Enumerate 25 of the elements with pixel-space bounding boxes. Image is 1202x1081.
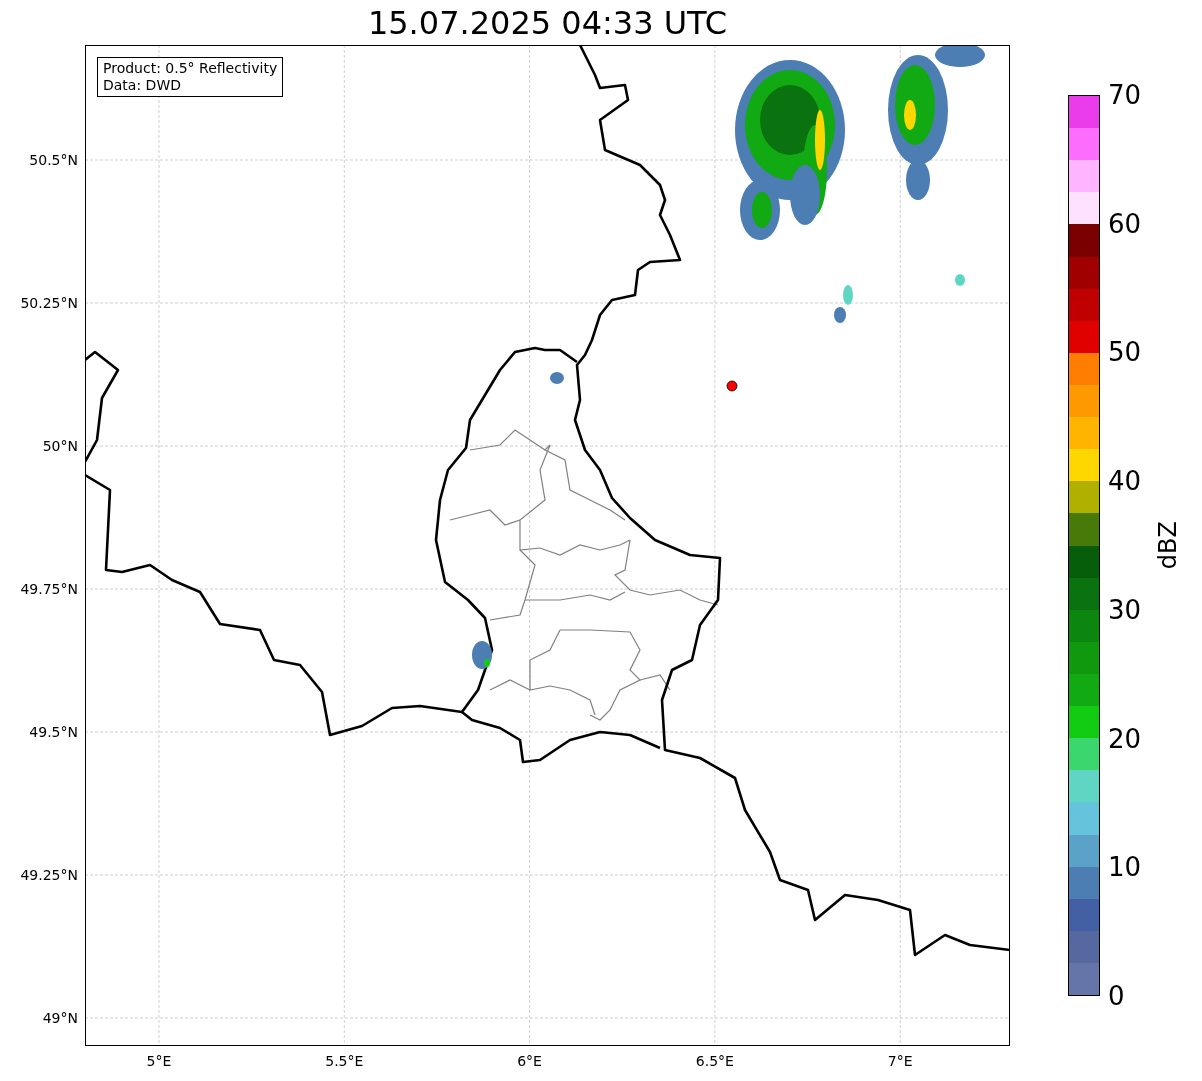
- latitude-tick-label: 49°N: [42, 1008, 78, 1028]
- latitude-tick-label: 50.5°N: [29, 150, 78, 170]
- latitude-tick-label: 50°N: [42, 436, 78, 456]
- colorbar-tick-label: 30: [1108, 596, 1142, 623]
- info-text: Data: DWD: [103, 77, 182, 94]
- longitude-tick-label: 5.5°E: [325, 1052, 364, 1071]
- chart-title: 15.07.2025 04:33 UTC: [367, 6, 728, 39]
- colorbar-tick-label: 60: [1108, 210, 1142, 237]
- longitude-tick-label: 5°E: [146, 1052, 172, 1071]
- colorbar-tick-label: 50: [1108, 339, 1142, 366]
- colorbar-tick-label: 10: [1108, 854, 1142, 881]
- latitude-tick-label: 49.25°N: [20, 865, 78, 885]
- longitude-tick-label: 6.5°E: [695, 1052, 734, 1071]
- colorbar-tick-label: 70: [1108, 82, 1142, 108]
- latitude-tick-label: 50.25°N: [20, 293, 78, 313]
- latitude-tick-label: 49.75°N: [20, 579, 78, 599]
- longitude-tick-label: 7°E: [887, 1052, 913, 1071]
- colorbar-tick-label: 20: [1108, 725, 1142, 752]
- colorbar-label: dBZ: [1153, 521, 1183, 570]
- latitude-tick-label: 49.5°N: [29, 722, 78, 742]
- radar-site-marker: [726, 380, 738, 392]
- colorbar-tick-label: 40: [1108, 468, 1142, 495]
- colorbar-tick-label: 0: [1108, 983, 1125, 1009]
- info-text: Product: 0.5° Reflectivity: [103, 60, 278, 77]
- longitude-tick-label: 6°E: [517, 1052, 542, 1071]
